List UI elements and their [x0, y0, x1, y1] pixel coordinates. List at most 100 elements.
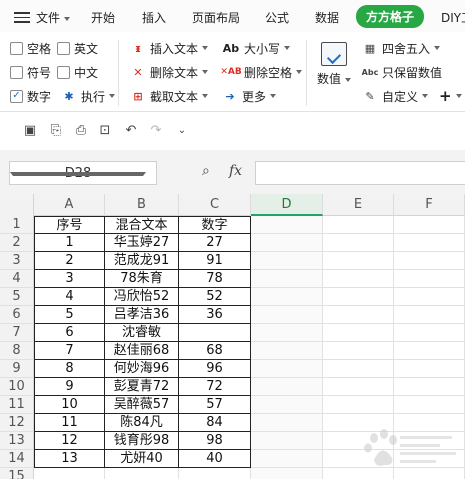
extract-text-button[interactable]: ⊞ 截取文本: [130, 86, 209, 106]
grid-cell[interactable]: 1: [34, 234, 105, 252]
more-button[interactable]: ➔ 更多: [222, 86, 277, 106]
value-button[interactable]: 数值: [314, 40, 354, 96]
grid-cell[interactable]: 5: [34, 306, 105, 324]
tab-data[interactable]: 数据: [315, 9, 339, 26]
grid-cell[interactable]: 吴醉薇57: [105, 396, 179, 414]
grid-cell[interactable]: [251, 450, 323, 468]
grid-cell[interactable]: 6: [34, 324, 105, 342]
checkbox-box[interactable]: [57, 65, 70, 79]
column-header-c[interactable]: C: [179, 194, 251, 216]
grid-cell[interactable]: 尤妍40: [105, 450, 179, 468]
row-header[interactable]: 5: [0, 288, 34, 306]
formula-input[interactable]: [255, 161, 465, 185]
row-header[interactable]: 6: [0, 306, 34, 324]
name-box[interactable]: D28: [9, 161, 157, 185]
row-header[interactable]: 2: [0, 234, 34, 252]
hamburger-icon[interactable]: [14, 12, 30, 23]
grid-cell[interactable]: [323, 378, 394, 396]
grid-cell[interactable]: [251, 270, 323, 288]
row-header[interactable]: 9: [0, 360, 34, 378]
zoom-formula-icon[interactable]: ⌕: [202, 163, 220, 181]
row-header[interactable]: 15: [0, 468, 34, 479]
grid-cell[interactable]: 11: [34, 414, 105, 432]
undo-icon[interactable]: ↶: [123, 123, 139, 139]
grid-cell[interactable]: 9: [34, 378, 105, 396]
grid-cell[interactable]: [251, 324, 323, 342]
row-header[interactable]: 11: [0, 396, 34, 414]
grid-cell[interactable]: [105, 468, 179, 479]
grid-cell[interactable]: 何妙海96: [105, 360, 179, 378]
grid-cell[interactable]: [251, 234, 323, 252]
grid-cell[interactable]: 3: [34, 270, 105, 288]
grid-cell[interactable]: [34, 468, 105, 479]
grid-cell[interactable]: [251, 216, 323, 234]
grid-cell[interactable]: [394, 342, 465, 360]
grid-cell[interactable]: 数字: [179, 216, 251, 234]
checkbox-space[interactable]: 空格: [10, 38, 51, 58]
grid-cell[interactable]: 4: [34, 288, 105, 306]
grid-cell[interactable]: 84: [179, 414, 251, 432]
row-header[interactable]: 3: [0, 252, 34, 270]
grid-cell[interactable]: 96: [179, 360, 251, 378]
grid-cell[interactable]: 12: [34, 432, 105, 450]
save-icon[interactable]: ▣: [22, 123, 38, 139]
grid-cell[interactable]: 钱育彤98: [105, 432, 179, 450]
grid-cell[interactable]: 13: [34, 450, 105, 468]
grid-cell[interactable]: [323, 234, 394, 252]
row-header[interactable]: 13: [0, 432, 34, 450]
grid-cell[interactable]: [179, 324, 251, 342]
grid-cell[interactable]: 98: [179, 432, 251, 450]
column-header-a[interactable]: A: [34, 194, 105, 216]
grid-cell[interactable]: 36: [179, 306, 251, 324]
grid-cell[interactable]: [251, 288, 323, 306]
grid-cell[interactable]: [251, 432, 323, 450]
redo-icon[interactable]: ↷: [148, 123, 164, 139]
insert-text-button[interactable]: ᵻ 插入文本: [130, 38, 209, 58]
tab-fangfang-gezi[interactable]: 方方格子: [356, 5, 425, 28]
file-menu[interactable]: 文件: [36, 9, 71, 26]
grid-cell[interactable]: [394, 360, 465, 378]
grid-cell[interactable]: 吕孝洁36: [105, 306, 179, 324]
grid-cell[interactable]: [323, 342, 394, 360]
row-header[interactable]: 10: [0, 378, 34, 396]
fx-icon[interactable]: fx: [229, 163, 242, 179]
grid-cell[interactable]: 沈睿敏: [105, 324, 179, 342]
row-header[interactable]: 12: [0, 414, 34, 432]
grid-cell[interactable]: 57: [179, 396, 251, 414]
grid-cell[interactable]: 2: [34, 252, 105, 270]
row-header[interactable]: 1: [0, 216, 34, 234]
tab-formula[interactable]: 公式: [265, 9, 289, 26]
grid-cell[interactable]: [394, 288, 465, 306]
grid-cell[interactable]: [323, 216, 394, 234]
row-header[interactable]: 7: [0, 324, 34, 342]
custom-button[interactable]: ✎ 自定义: [362, 86, 429, 106]
grid-cell[interactable]: 27: [179, 234, 251, 252]
column-header-f[interactable]: F: [394, 194, 465, 216]
grid-cell[interactable]: [179, 468, 251, 479]
add-button[interactable]: +: [439, 86, 462, 106]
print-preview-icon[interactable]: ⊡: [97, 123, 113, 139]
grid-cell[interactable]: [251, 360, 323, 378]
grid-cell[interactable]: 52: [179, 288, 251, 306]
grid-cell[interactable]: [251, 342, 323, 360]
grid-cell[interactable]: 混合文本: [105, 216, 179, 234]
grid-cell[interactable]: 冯欣怡52: [105, 288, 179, 306]
checkbox-chinese[interactable]: 中文: [57, 62, 98, 82]
select-all-corner[interactable]: [0, 194, 34, 216]
delete-text-button[interactable]: ✕ 删除文本: [130, 62, 209, 82]
grid-cell[interactable]: 赵佳丽68: [105, 342, 179, 360]
checkbox-number[interactable]: ✓ 数字: [10, 86, 51, 106]
tab-home[interactable]: 开始: [91, 9, 115, 26]
grid-cell[interactable]: 范成龙91: [105, 252, 179, 270]
chevron-down-icon[interactable]: [10, 172, 146, 176]
grid-cell[interactable]: [394, 306, 465, 324]
checkbox-symbol[interactable]: 符号: [10, 62, 51, 82]
grid-cell[interactable]: 91: [179, 252, 251, 270]
customize-toolbar-icon[interactable]: ⌄: [174, 123, 190, 139]
grid-cell[interactable]: [323, 360, 394, 378]
grid-cell[interactable]: [251, 414, 323, 432]
grid-cell[interactable]: 72: [179, 378, 251, 396]
execute-button[interactable]: ✱ 执行: [61, 86, 116, 106]
grid-cell[interactable]: [323, 252, 394, 270]
grid-cell[interactable]: [251, 468, 323, 479]
